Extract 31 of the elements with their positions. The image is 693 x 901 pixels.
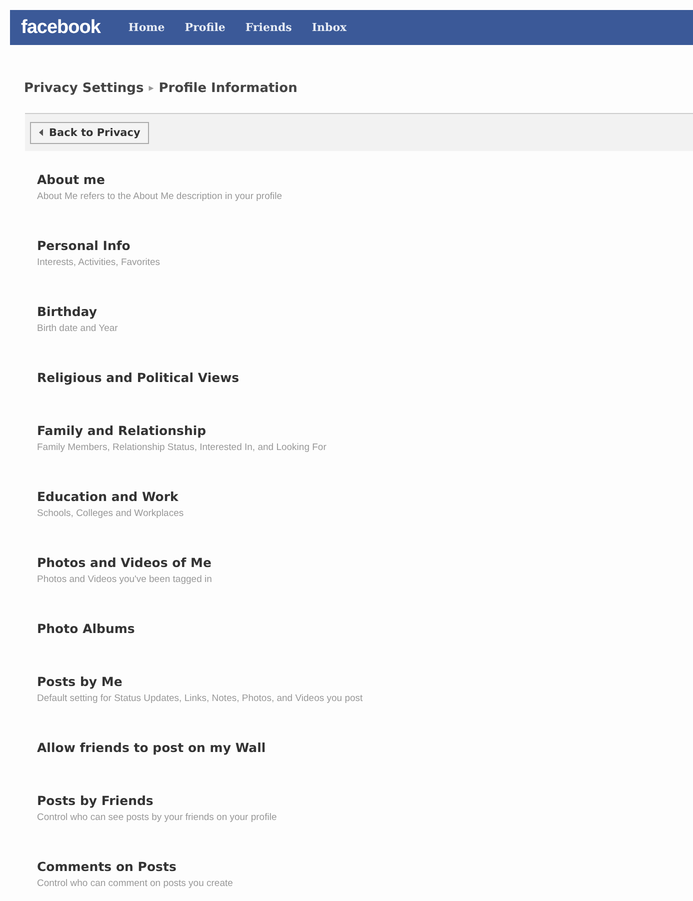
setting-title[interactable]: Religious and Political Views <box>37 370 693 385</box>
breadcrumb-separator: ▸ <box>148 82 154 94</box>
breadcrumb-link[interactable]: Privacy Settings <box>24 80 144 96</box>
setting-title[interactable]: Family and Relationship <box>37 423 693 438</box>
setting-description: Control who can see posts by your friends on your profile <box>37 812 278 823</box>
breadcrumb-current: Profile Information <box>158 80 298 96</box>
setting-description: Control who can comment on posts you create <box>37 878 234 889</box>
setting-title[interactable]: Education and Work <box>37 489 693 504</box>
nav-link[interactable]: Inbox <box>312 21 347 34</box>
setting-title[interactable]: Personal Info <box>37 238 693 253</box>
setting-description: Family Members, Relationship Status, Interested In, and Looking For <box>37 442 328 453</box>
logo[interactable]: facebook <box>21 16 100 38</box>
nav-link[interactable]: Home <box>128 21 165 34</box>
setting-title[interactable]: Birthday <box>37 304 693 319</box>
nav-link[interactable]: Profile <box>184 21 226 34</box>
back-button[interactable]: Back to Privacy <box>30 122 150 144</box>
setting-title[interactable]: Posts by Friends <box>37 793 693 808</box>
setting-title[interactable]: Posts by Me <box>37 674 693 689</box>
setting-title[interactable]: Photo Albums <box>37 621 693 636</box>
setting-description: About Me refers to the About Me description in your profile <box>37 191 284 202</box>
nav-link[interactable]: Friends <box>245 21 292 34</box>
caret-icon <box>39 129 43 136</box>
setting-title[interactable]: Allow friends to post on my Wall <box>37 740 693 755</box>
setting-description: Schools, Colleges and Workplaces <box>37 508 185 519</box>
setting-description: Default setting for Status Updates, Links, Notes, Photos, and Videos you post <box>37 693 364 704</box>
setting-title[interactable]: Photos and Videos of Me <box>37 555 693 570</box>
setting-description: Photos and Videos you've been tagged in <box>37 574 213 585</box>
setting-title[interactable]: About me <box>37 172 693 187</box>
setting-title[interactable]: Comments on Posts <box>37 859 693 874</box>
setting-description: Birth date and Year <box>37 323 119 334</box>
setting-description: Interests, Activities, Favorites <box>37 257 162 268</box>
